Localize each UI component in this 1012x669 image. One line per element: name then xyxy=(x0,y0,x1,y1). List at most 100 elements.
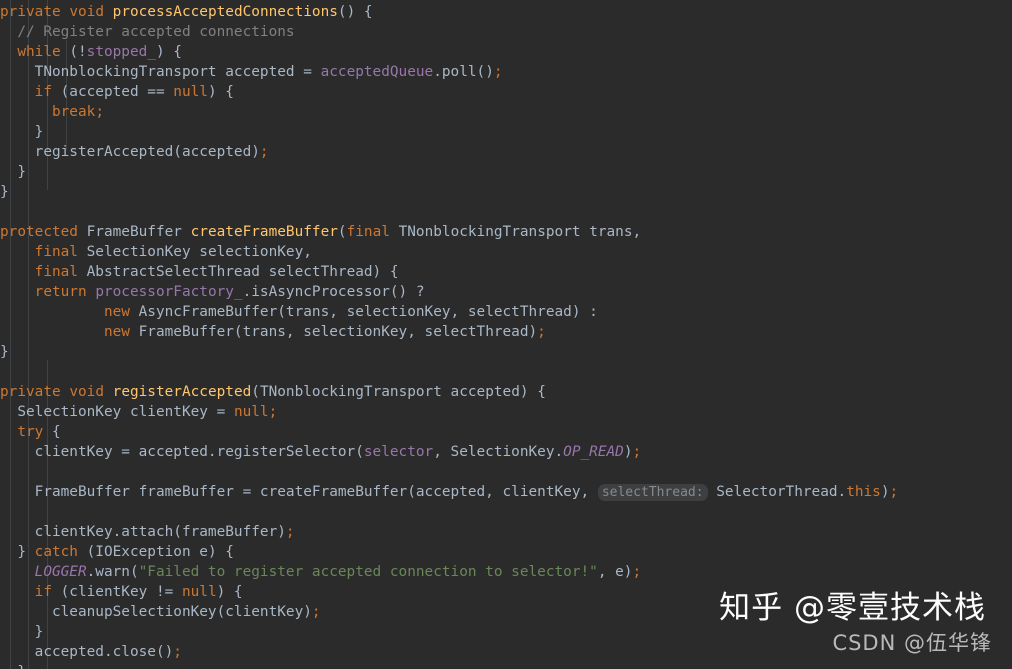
code-line[interactable]: final SelectionKey selectionKey, xyxy=(0,242,1012,262)
code-line[interactable]: new AsyncFrameBuffer(trans, selectionKey… xyxy=(0,302,1012,322)
code-line[interactable] xyxy=(0,502,1012,522)
code-token: try xyxy=(17,424,44,440)
code-line[interactable]: while (!stopped_) { xyxy=(0,42,1012,62)
code-token: , e) xyxy=(597,564,633,580)
code-line[interactable] xyxy=(0,462,1012,482)
code-token: (accepted == xyxy=(51,84,174,100)
code-token: AbstractSelectThread selectThread) { xyxy=(77,264,399,280)
code-token: OP_READ xyxy=(563,444,624,460)
code-token: ; xyxy=(268,404,278,420)
code-token: SelectionKey selectionKey, xyxy=(77,244,312,260)
code-token: new xyxy=(103,324,130,340)
code-token: ; xyxy=(311,604,321,620)
code-line[interactable] xyxy=(0,362,1012,382)
code-line[interactable]: } xyxy=(0,662,1012,669)
code-line[interactable]: } xyxy=(0,162,1012,182)
code-line[interactable]: private void processAcceptedConnections(… xyxy=(0,2,1012,22)
code-line[interactable]: } xyxy=(0,342,1012,362)
code-token: TNonblockingTransport accepted = xyxy=(34,64,321,80)
code-line[interactable]: try { xyxy=(0,422,1012,442)
code-token: AsyncFrameBuffer(trans, selectionKey, se… xyxy=(129,304,598,320)
code-content[interactable]: private void processAcceptedConnections(… xyxy=(0,0,1012,669)
code-line[interactable]: private void registerAccepted(TNonblocki… xyxy=(0,382,1012,402)
csdn-watermark: CSDN @伍华锋 xyxy=(832,631,992,655)
code-token: break xyxy=(51,104,96,120)
code-line[interactable]: registerAccepted(accepted); xyxy=(0,142,1012,162)
code-line[interactable]: } xyxy=(0,122,1012,142)
code-token: () { xyxy=(337,4,373,20)
code-token: final xyxy=(34,244,78,260)
code-token: } xyxy=(34,124,44,140)
code-line[interactable]: if (accepted == null) { xyxy=(0,82,1012,102)
code-token: } xyxy=(17,164,26,180)
code-line[interactable]: SelectionKey clientKey = null; xyxy=(0,402,1012,422)
code-token: final xyxy=(346,224,390,240)
code-token: catch xyxy=(34,544,78,560)
code-token: (clientKey != xyxy=(51,584,182,600)
code-token: } xyxy=(0,344,9,360)
code-token: stopped_ xyxy=(86,44,156,60)
code-token: .isAsyncProcessor() ? xyxy=(242,284,425,300)
code-token: accepted.close() xyxy=(34,644,174,660)
code-line[interactable]: } catch (IOException e) { xyxy=(0,542,1012,562)
code-token: } xyxy=(17,544,35,560)
code-token: void xyxy=(69,384,104,400)
code-token: SelectionKey clientKey = xyxy=(17,404,234,420)
code-token: acceptedQueue xyxy=(320,64,434,80)
code-line[interactable]: new FrameBuffer(trans, selectionKey, sel… xyxy=(0,322,1012,342)
code-token: ) xyxy=(880,484,890,500)
code-token: , SelectionKey. xyxy=(433,444,564,460)
code-token: } xyxy=(34,624,44,640)
code-token: createFrameBuffer xyxy=(190,224,338,240)
code-token: FrameBuffer frameBuffer = createFrameBuf… xyxy=(34,484,598,500)
code-token: (! xyxy=(60,44,87,60)
code-token: TNonblockingTransport trans, xyxy=(389,224,642,240)
code-token: ; xyxy=(632,444,642,460)
code-token: protected xyxy=(0,224,78,240)
code-token: private xyxy=(0,4,61,20)
code-line[interactable]: clientKey = accepted.registerSelector(se… xyxy=(0,442,1012,462)
code-token: .poll() xyxy=(433,64,494,80)
code-token: ( xyxy=(337,224,347,240)
code-line[interactable]: final AbstractSelectThread selectThread)… xyxy=(0,262,1012,282)
code-token: null xyxy=(181,584,217,600)
code-line[interactable]: // Register accepted connections xyxy=(0,22,1012,42)
code-token: } xyxy=(17,664,26,669)
code-line[interactable]: TNonblockingTransport accepted = accepte… xyxy=(0,62,1012,82)
code-line[interactable] xyxy=(0,202,1012,222)
code-line[interactable]: break; xyxy=(0,102,1012,122)
code-token: ; xyxy=(95,104,104,120)
code-token: ; xyxy=(537,324,546,340)
code-token: ; xyxy=(259,144,269,160)
code-line[interactable]: FrameBuffer frameBuffer = createFrameBuf… xyxy=(0,482,1012,502)
code-line[interactable]: return processorFactory_.isAsyncProcesso… xyxy=(0,282,1012,302)
code-line[interactable]: } xyxy=(0,182,1012,202)
code-line[interactable]: protected FrameBuffer createFrameBuffer(… xyxy=(0,222,1012,242)
code-token: FrameBuffer(trans, selectionKey, selectT… xyxy=(129,324,538,340)
zhihu-watermark: 知乎 @零壹技术栈 xyxy=(719,590,986,626)
code-token: ; xyxy=(285,524,295,540)
code-token: processAcceptedConnections xyxy=(112,4,338,20)
code-line[interactable]: clientKey.attach(frameBuffer); xyxy=(0,522,1012,542)
code-line[interactable]: LOGGER.warn("Failed to register accepted… xyxy=(0,562,1012,582)
code-token: { xyxy=(43,424,61,440)
code-token: ; xyxy=(889,484,899,500)
parameter-inlay-hint[interactable]: selectThread: xyxy=(597,484,708,501)
